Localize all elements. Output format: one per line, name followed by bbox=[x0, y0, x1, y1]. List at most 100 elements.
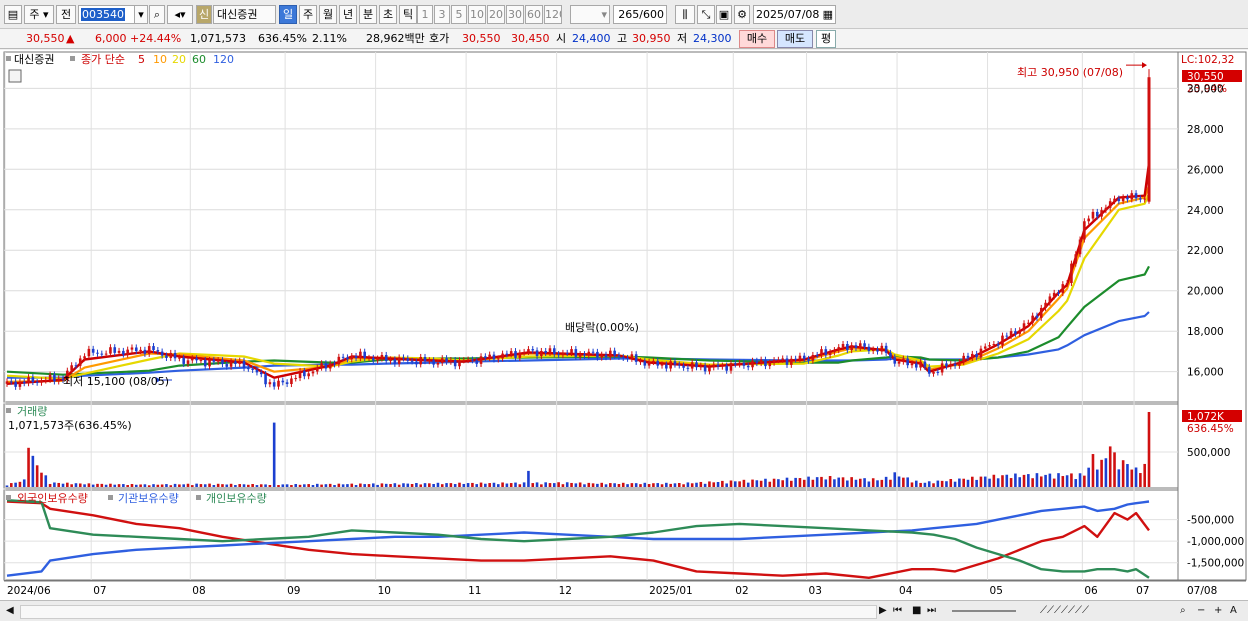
buy-button[interactable]: 매수 bbox=[739, 30, 775, 48]
candle-body bbox=[910, 363, 914, 366]
candle-type-icon[interactable]: ⫼ bbox=[675, 5, 695, 24]
search-icon[interactable]: ⌕ bbox=[149, 5, 165, 24]
candle-body bbox=[1035, 315, 1039, 318]
candle-body bbox=[458, 360, 461, 367]
scroll-track[interactable] bbox=[20, 605, 877, 619]
last-page-icon[interactable]: ⏭ bbox=[927, 604, 936, 618]
window-menu-icon[interactable]: ▤ bbox=[4, 5, 22, 24]
stock-code-input[interactable]: 003540 bbox=[78, 5, 136, 24]
interval-button-5[interactable]: 5 bbox=[451, 5, 467, 24]
tab-period-1[interactable]: 주 bbox=[299, 5, 317, 24]
tab-period-4[interactable]: 분 bbox=[359, 5, 377, 24]
stop-icon[interactable]: ■ bbox=[912, 604, 921, 618]
volume-bar bbox=[272, 422, 276, 487]
volume-bar bbox=[777, 479, 780, 487]
tab-period-0[interactable]: 일 bbox=[279, 5, 297, 24]
candle-body bbox=[505, 353, 509, 355]
interval-button-20[interactable]: 20 bbox=[487, 5, 505, 24]
gear-icon[interactable]: ⚙ bbox=[734, 5, 750, 24]
tab-period-2[interactable]: 월 bbox=[319, 5, 337, 24]
draw-tool-icon[interactable]: ⤡ bbox=[697, 5, 715, 24]
count-input[interactable]: 265/600 bbox=[613, 5, 667, 24]
legend-institution[interactable]: 기관보유수량 bbox=[118, 492, 179, 505]
open-label: 시 bbox=[556, 32, 567, 45]
volume-bar bbox=[914, 480, 918, 487]
candle-body bbox=[1018, 330, 1022, 334]
stock-code-value: 003540 bbox=[81, 8, 125, 21]
code-dropdown-icon[interactable]: ▾ bbox=[134, 5, 148, 24]
chart-svg[interactable]: 대신증권 종가 단순 5 10 20 60 120 LC:102,32 30,5… bbox=[0, 50, 1248, 600]
interval-button-10[interactable]: 10 bbox=[468, 5, 486, 24]
candle-body bbox=[1121, 197, 1125, 202]
prev-button[interactable]: 전 bbox=[56, 5, 76, 24]
calendar-icon[interactable]: ▦ bbox=[823, 6, 835, 23]
volume-bar bbox=[565, 482, 569, 487]
candle-body bbox=[1091, 211, 1095, 219]
grid-lines bbox=[3, 51, 1247, 582]
legend-ma20[interactable]: 20 bbox=[172, 53, 186, 66]
candle-body bbox=[18, 381, 22, 387]
volume-bar bbox=[729, 480, 733, 487]
scroll-left-icon[interactable]: ◀ bbox=[6, 604, 14, 618]
candlesticks bbox=[5, 62, 1151, 390]
zoom-in-icon[interactable]: + bbox=[1214, 604, 1222, 618]
legend-ma5[interactable]: 5 bbox=[138, 53, 145, 66]
interval-button-60[interactable]: 60 bbox=[525, 5, 543, 24]
legend-ma-label[interactable]: 종가 단순 bbox=[81, 53, 125, 66]
market-type-select[interactable]: 주 ▾ bbox=[24, 5, 54, 24]
eval-button[interactable]: 평 bbox=[816, 30, 836, 48]
volume-bar bbox=[781, 480, 784, 487]
speaker-icon[interactable]: ◂▾ bbox=[167, 5, 193, 24]
table-view-icon[interactable] bbox=[8, 69, 22, 83]
volume-bar bbox=[48, 483, 52, 487]
interval-button-3[interactable]: 3 bbox=[434, 5, 450, 24]
font-size-icon[interactable]: A bbox=[1230, 604, 1237, 618]
candle-body bbox=[359, 351, 362, 359]
candle-body bbox=[790, 358, 793, 365]
legend-ma60[interactable]: 60 bbox=[192, 53, 206, 66]
zoom-search-icon[interactable]: ⌕ bbox=[1180, 604, 1186, 618]
trade-value: 28,962백만 bbox=[366, 32, 425, 45]
volume-bar bbox=[147, 485, 151, 487]
first-page-icon[interactable]: ⏮ bbox=[893, 604, 902, 618]
volume-bar bbox=[807, 476, 810, 487]
legend-ma10[interactable]: 10 bbox=[153, 53, 167, 66]
legend-foreign[interactable]: 외국인보유수량 bbox=[17, 492, 88, 505]
tab-period-6[interactable]: 틱 bbox=[399, 5, 417, 24]
legend-stock-name[interactable]: 대신증권 bbox=[14, 53, 54, 66]
interval-button-1[interactable]: 1 bbox=[417, 5, 433, 24]
sell-button[interactable]: 매도 bbox=[777, 30, 813, 48]
interval-button-30[interactable]: 30 bbox=[506, 5, 524, 24]
interval-button-120[interactable]: 120 bbox=[544, 5, 562, 24]
tab-period-5[interactable]: 초 bbox=[379, 5, 397, 24]
volume-title[interactable]: 거래량 bbox=[17, 405, 47, 418]
tab-period-3[interactable]: 년 bbox=[339, 5, 357, 24]
date-input[interactable]: 2025/07/08 ▦ bbox=[753, 5, 836, 24]
volume-bar bbox=[738, 481, 741, 487]
candle-body bbox=[833, 350, 836, 353]
x-tick-label: 11 bbox=[468, 585, 481, 597]
candle-body bbox=[721, 365, 724, 367]
candle-body bbox=[794, 358, 797, 360]
candle-body bbox=[634, 354, 638, 362]
candle-body bbox=[733, 363, 737, 365]
zoom-slider[interactable] bbox=[952, 610, 1016, 612]
volume-bar bbox=[311, 485, 315, 487]
candle-body bbox=[199, 360, 203, 362]
zoom-out-icon[interactable]: − bbox=[1197, 604, 1205, 618]
volume-bar bbox=[609, 483, 612, 487]
legend-ma120[interactable]: 120 bbox=[213, 53, 234, 66]
scroll-right-icon[interactable]: ▶ bbox=[879, 604, 887, 618]
candle-body bbox=[699, 365, 703, 368]
volume-bar bbox=[1078, 473, 1082, 487]
legend-individual[interactable]: 개인보유수량 bbox=[206, 492, 267, 505]
turnover-rate: 2.11% bbox=[312, 32, 347, 45]
candle-body bbox=[1027, 322, 1030, 324]
volume-bar bbox=[514, 482, 517, 487]
candle-body bbox=[285, 382, 289, 385]
interval-dropdown[interactable]: ▾ bbox=[570, 5, 610, 24]
save-icon[interactable]: ▣ bbox=[716, 5, 732, 24]
draw-tools-icon[interactable]: ⟋⟋⟋⟋⟋⟋⟋ bbox=[1040, 604, 1089, 618]
volume-tick-label: 500,000 bbox=[1187, 447, 1230, 459]
candle-body bbox=[372, 357, 375, 361]
